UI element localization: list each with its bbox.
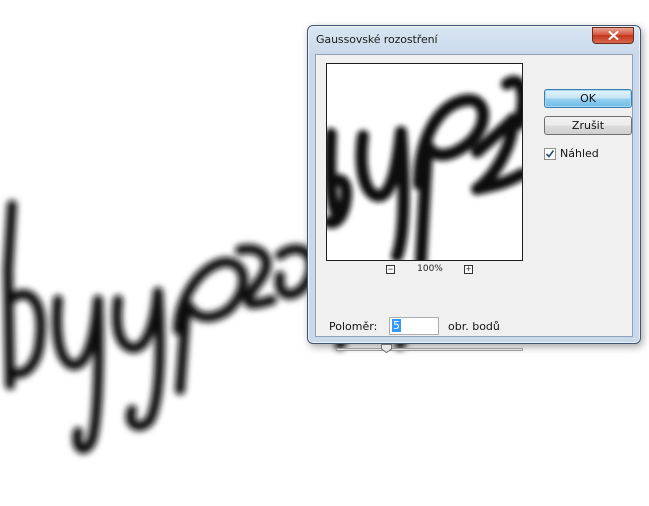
close-button[interactable]	[592, 27, 634, 44]
preview-checkbox-label: Náhled	[560, 147, 599, 160]
gaussian-blur-dialog: Gaussovské rozostření − 100% + OK Zrušit…	[307, 25, 641, 353]
cancel-button[interactable]: Zrušit	[544, 116, 632, 135]
zoom-out-button[interactable]: −	[386, 265, 395, 274]
dialog-title: Gaussovské rozostření	[316, 33, 438, 46]
radius-slider-track[interactable]	[336, 348, 523, 351]
ok-button[interactable]: OK	[544, 89, 632, 108]
close-icon	[608, 31, 619, 40]
zoom-controls: − 100% +	[386, 264, 476, 278]
radius-slider-thumb[interactable]	[380, 344, 392, 353]
dialog-client-area: − 100% + OK Zrušit Náhled Poloměr: 5 obr…	[315, 54, 633, 353]
radius-unit-label: obr. bodů	[448, 320, 500, 333]
blur-preview[interactable]	[326, 63, 523, 261]
radius-input[interactable]: 5	[389, 317, 439, 335]
checkmark-icon	[545, 150, 555, 158]
radius-value: 5	[392, 319, 401, 332]
preview-checkbox[interactable]	[544, 148, 556, 160]
preview-image	[327, 75, 522, 260]
zoom-level: 100%	[417, 264, 443, 274]
titlebar[interactable]: Gaussovské rozostření	[308, 26, 640, 50]
radius-label: Poloměr:	[329, 320, 378, 333]
zoom-in-button[interactable]: +	[464, 265, 473, 274]
